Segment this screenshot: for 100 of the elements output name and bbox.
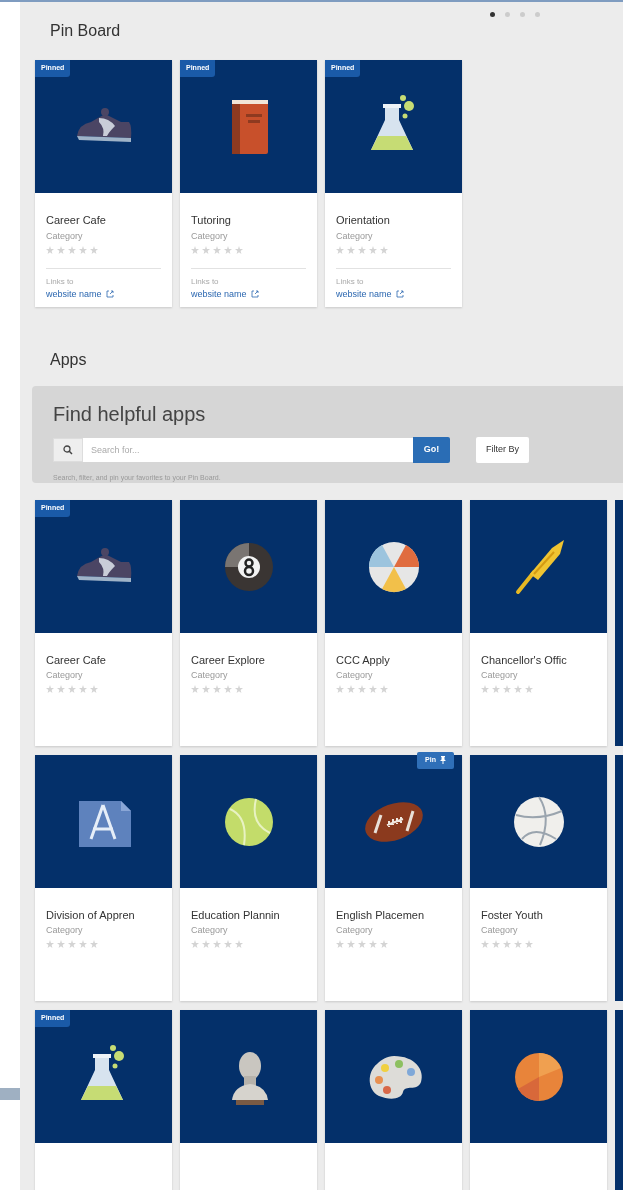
- star-icon: [503, 685, 511, 693]
- star-icon: [492, 685, 500, 693]
- star-icon: [369, 246, 377, 254]
- star-icon: [57, 246, 65, 254]
- app-tile[interactable]: [35, 755, 172, 888]
- star-icon: [46, 246, 54, 254]
- category-label: Category: [481, 924, 519, 936]
- category-label: Category: [191, 230, 229, 242]
- star-icon: [191, 246, 199, 254]
- app-tile[interactable]: [325, 1010, 462, 1143]
- app-name: Chancellor's Offic: [481, 653, 568, 667]
- app-name: Education Plannin: [191, 908, 281, 922]
- category-label: Category: [46, 924, 84, 936]
- category-label: Category: [336, 669, 374, 681]
- app-name: Career Cafe: [46, 213, 107, 227]
- category-label: Category: [191, 669, 229, 681]
- star-icon: [336, 940, 344, 948]
- star-icon: [358, 246, 366, 254]
- star-icon: [492, 940, 500, 948]
- app-name: Orientation: [336, 213, 391, 227]
- star-icon: [224, 940, 232, 948]
- star-icon: [68, 685, 76, 693]
- app-name: Tutoring: [191, 213, 232, 227]
- background-window-edge: [0, 1088, 20, 1100]
- star-icon: [525, 685, 533, 693]
- panel-title: Find helpful apps: [53, 402, 207, 426]
- app-name: Career Explore: [191, 653, 266, 667]
- category-label: Category: [481, 669, 519, 681]
- app-name: Career Cafe: [46, 653, 107, 667]
- star-icon: [235, 685, 243, 693]
- section-title: Pin Board: [50, 21, 122, 41]
- star-icon: [202, 246, 210, 254]
- star-icon: [79, 246, 87, 254]
- links-to-label: Links to: [191, 277, 220, 287]
- star-icon: [503, 940, 511, 948]
- star-icon: [347, 940, 355, 948]
- star-icon: [369, 940, 377, 948]
- star-icon: [79, 940, 87, 948]
- star-icon: [191, 940, 199, 948]
- category-label: Category: [46, 230, 84, 242]
- star-icon: [57, 685, 65, 693]
- app-name: Foster Youth: [481, 908, 544, 922]
- website-link[interactable]: website name: [191, 288, 247, 300]
- links-to-label: Links to: [336, 277, 365, 287]
- go-button[interactable]: Go!: [413, 437, 450, 463]
- category-label: Category: [336, 230, 374, 242]
- app-name: CCC Apply: [336, 653, 391, 667]
- star-icon: [46, 940, 54, 948]
- star-icon: [235, 246, 243, 254]
- star-icon: [235, 940, 243, 948]
- star-icon: [481, 685, 489, 693]
- star-icon: [90, 940, 98, 948]
- category-label: Category: [336, 924, 374, 936]
- app-name: English Placemen: [336, 908, 426, 922]
- star-icon: [514, 685, 522, 693]
- search-icon: [63, 445, 73, 455]
- star-icon: [481, 940, 489, 948]
- star-icon: [90, 246, 98, 254]
- star-icon: [336, 246, 344, 254]
- app-name: Division of Appren: [46, 908, 136, 922]
- filter-button[interactable]: Filter By: [476, 437, 529, 463]
- app-tile[interactable]: [470, 755, 607, 888]
- star-icon: [347, 246, 355, 254]
- external-link-icon: [395, 290, 404, 298]
- app-tile[interactable]: [470, 1010, 607, 1143]
- star-icon: [380, 685, 388, 693]
- star-icon: [213, 246, 221, 254]
- star-icon: [68, 940, 76, 948]
- star-icon: [68, 246, 76, 254]
- category-label: Category: [191, 924, 229, 936]
- category-label: Category: [46, 669, 84, 681]
- star-icon: [380, 246, 388, 254]
- star-icon: [191, 685, 199, 693]
- star-icon: [213, 685, 221, 693]
- star-icon: [213, 940, 221, 948]
- star-icon: [358, 940, 366, 948]
- star-icon: [514, 940, 522, 948]
- section-title: Apps: [50, 350, 88, 370]
- star-icon: [525, 940, 533, 948]
- star-icon: [224, 246, 232, 254]
- star-icon: [79, 685, 87, 693]
- external-link-icon: [250, 290, 259, 298]
- website-link[interactable]: website name: [46, 288, 102, 300]
- star-icon: [224, 685, 232, 693]
- star-icon: [336, 685, 344, 693]
- external-link-icon: [105, 290, 114, 298]
- app-tile[interactable]: [180, 1010, 317, 1143]
- links-to-label: Links to: [46, 277, 75, 287]
- star-icon: [46, 685, 54, 693]
- star-icon: [202, 940, 210, 948]
- app-tile[interactable]: [180, 500, 317, 633]
- pin-icon: [440, 756, 446, 765]
- search-field[interactable]: Search for...: [83, 438, 413, 462]
- star-icon: [57, 940, 65, 948]
- app-tile[interactable]: [325, 500, 462, 633]
- app-tile[interactable]: [180, 755, 317, 888]
- star-icon: [380, 940, 388, 948]
- star-icon: [202, 685, 210, 693]
- website-link[interactable]: website name: [336, 288, 392, 300]
- app-tile[interactable]: [470, 500, 607, 633]
